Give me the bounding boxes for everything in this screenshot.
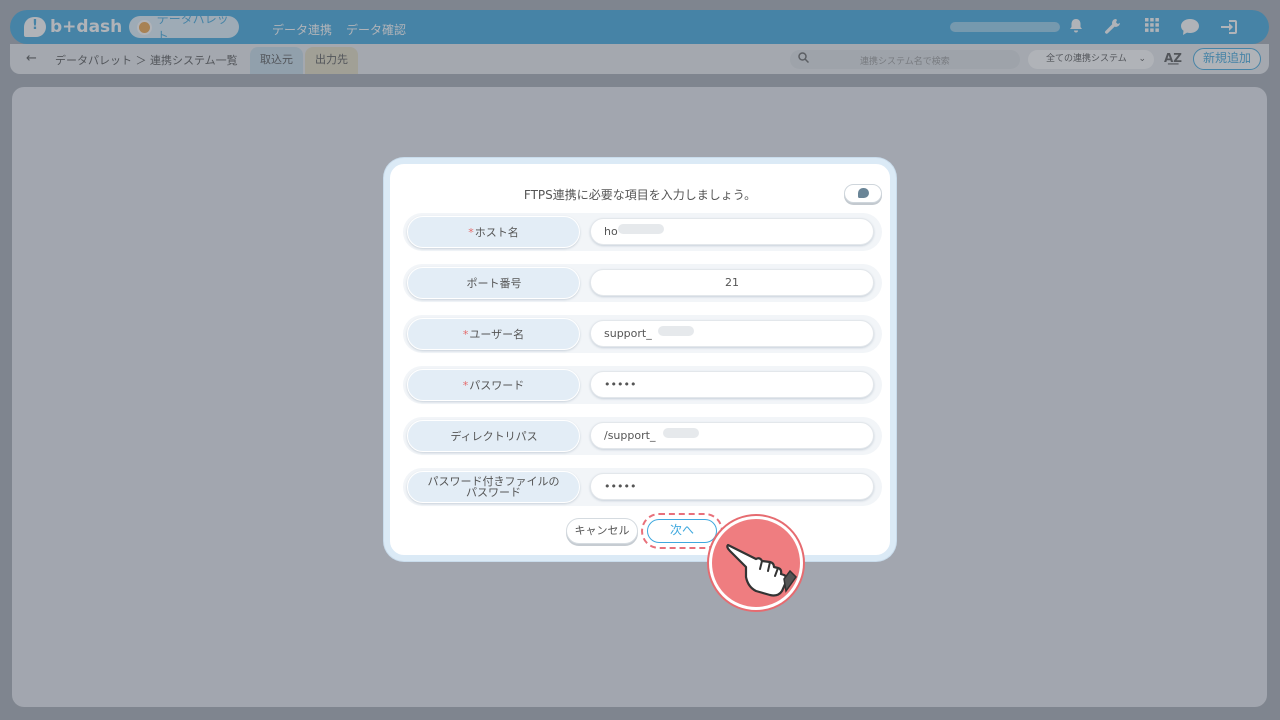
label-text: ディレクトリパス (450, 429, 538, 443)
dialog-title: FTPS連携に必要な項目を入力しましょう。 (523, 188, 757, 202)
field-label: パスワード付きファイルの パスワード (407, 471, 580, 503)
next-button[interactable]: 次へ (647, 519, 717, 543)
redacted-text (618, 224, 664, 234)
password-input[interactable] (590, 371, 874, 398)
form-row-password: * パスワード (403, 366, 882, 404)
form-row-file-password: パスワード付きファイルの パスワード (403, 468, 882, 506)
label-text-line2: パスワード (466, 486, 521, 499)
required-mark: * (468, 225, 474, 239)
highlight-outline: 次へ (641, 513, 723, 549)
label-text: ユーザー名 (469, 327, 525, 341)
username-input[interactable] (590, 320, 874, 347)
field-label: ディレクトリパス (407, 420, 580, 452)
cancel-button[interactable]: キャンセル (566, 518, 638, 544)
field-label: * ユーザー名 (407, 318, 580, 350)
label-text: パスワード (469, 378, 525, 392)
redacted-text (658, 326, 694, 336)
help-chat-icon (858, 188, 869, 198)
file-password-input[interactable] (590, 473, 874, 500)
label-text: ホスト名 (474, 225, 519, 239)
form-row-directory: ディレクトリパス (403, 417, 882, 455)
required-mark: * (462, 327, 469, 341)
field-label: ポート番号 (407, 267, 580, 299)
field-label: * パスワード (407, 369, 580, 401)
redacted-text (663, 428, 699, 438)
form-row-port: ポート番号 (403, 264, 882, 302)
form-row-username: * ユーザー名 (403, 315, 882, 353)
help-button[interactable] (844, 184, 882, 203)
pointing-hand-icon (709, 516, 803, 610)
directory-path-input[interactable] (590, 422, 874, 449)
port-input[interactable] (590, 269, 874, 296)
required-mark: * (462, 378, 469, 392)
field-label: * ホスト名 (407, 216, 580, 248)
form-row-hostname: * ホスト名 (403, 213, 882, 251)
ftps-settings-dialog: FTPS連携に必要な項目を入力しましょう。 *ホスト名 ポート番号 *ユーザー名… (384, 158, 896, 561)
label-text: ポート番号 (466, 276, 522, 290)
